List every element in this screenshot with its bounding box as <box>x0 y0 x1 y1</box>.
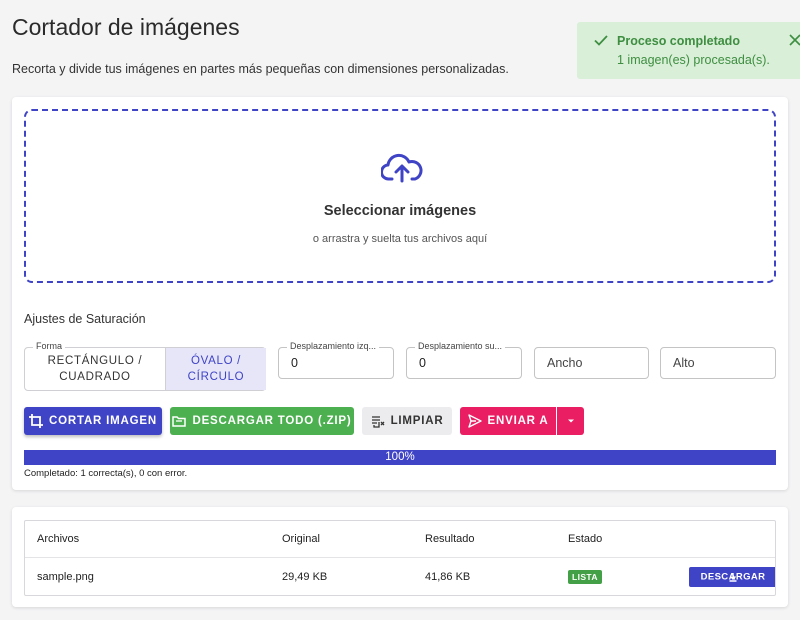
download-zip-label: DESCARGAR TODO (.ZIP) <box>192 415 352 427</box>
clear-list-icon <box>371 416 385 428</box>
shape-option-oval[interactable]: ÓVALO / CÍRCULO <box>165 348 266 390</box>
crop-icon <box>29 414 44 428</box>
clear-label: LIMPIAR <box>390 415 444 427</box>
page-title: Cortador de imágenes <box>12 14 240 40</box>
cloud-upload-icon <box>381 153 423 183</box>
check-icon <box>594 35 608 46</box>
shape-toggle-group: Forma RECTÁNGULO / CUADRADO ÓVALO / CÍRC… <box>24 341 266 391</box>
table-row: sample.png 29,49 KB 41,86 KB LISTA DESCA… <box>25 558 775 595</box>
row-original-size: 29,49 KB <box>282 571 328 583</box>
chevron-down-icon <box>567 419 574 423</box>
height-input[interactable] <box>661 348 775 378</box>
dropzone-title: Seleccionar imágenes <box>323 203 477 219</box>
row-file-name: sample.png <box>37 571 94 583</box>
folder-icon <box>172 416 187 427</box>
width-input[interactable] <box>535 348 648 378</box>
image-dropzone[interactable]: Seleccionar imágenes o arrastra y suelta… <box>24 109 776 283</box>
cut-image-label: CORTAR IMAGEN <box>49 415 157 427</box>
close-icon[interactable] <box>788 33 800 47</box>
download-label: DESCARGAR <box>700 571 766 583</box>
offset-left-input[interactable] <box>279 348 393 378</box>
progress-status: Completado: 1 correcta(s), 0 con error. <box>24 468 188 479</box>
download-button[interactable]: DESCARGAR <box>689 567 775 587</box>
page-subtitle: Recorta y divide tus imágenes en partes … <box>12 62 509 76</box>
send-icon <box>467 414 482 428</box>
send-options-dropdown[interactable] <box>557 407 584 435</box>
table-header: Archivos Original Resultado Estado <box>25 521 775 558</box>
offset-left-field: Desplazamiento izq... <box>278 341 394 379</box>
progress-label: 100% <box>385 451 415 463</box>
download-zip-button[interactable]: DESCARGAR TODO (.ZIP) <box>170 407 354 435</box>
height-field <box>660 347 776 379</box>
header-status: Estado <box>568 533 603 545</box>
progress-bar: 100% <box>24 450 776 465</box>
shape-option-rectangle[interactable]: RECTÁNGULO / CUADRADO <box>25 348 165 390</box>
results-table: Archivos Original Resultado Estado sampl… <box>24 520 776 596</box>
cutter-card: Seleccionar imágenes o arrastra y suelta… <box>12 97 788 490</box>
results-card: Archivos Original Resultado Estado sampl… <box>12 507 788 607</box>
row-result-size: 41,86 KB <box>425 571 471 583</box>
offset-top-input[interactable] <box>407 348 521 378</box>
header-original: Original <box>282 533 320 545</box>
success-toast: Proceso completado 1 imagen(es) procesad… <box>577 22 800 79</box>
header-result: Resultado <box>425 533 475 545</box>
toast-title: Proceso completado <box>617 34 740 48</box>
send-to-button[interactable]: ENVIAR A <box>460 407 556 435</box>
width-field <box>534 347 649 379</box>
header-files: Archivos <box>37 533 80 545</box>
offset-top-field: Desplazamiento su... <box>406 341 522 379</box>
status-badge: LISTA <box>568 570 602 584</box>
send-to-label: ENVIAR A <box>487 415 549 427</box>
toast-message: 1 imagen(es) procesada(s). <box>617 53 770 67</box>
settings-label: Ajustes de Saturación <box>24 312 146 326</box>
dropzone-subtitle: o arrastra y suelta tus archivos aquí <box>312 233 488 245</box>
clear-button[interactable]: LIMPIAR <box>362 407 452 435</box>
cut-image-button[interactable]: CORTAR IMAGEN <box>24 407 162 435</box>
